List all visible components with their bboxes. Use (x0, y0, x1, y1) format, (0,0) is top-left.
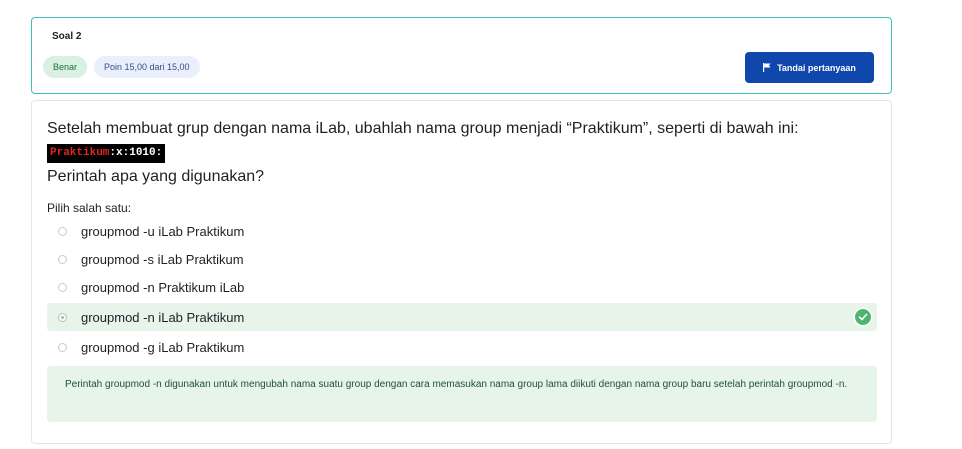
flag-icon (763, 63, 771, 72)
state-badge: Benar (43, 56, 88, 78)
answer-prompt: Pilih salah satu: (47, 201, 132, 215)
code-sample: Praktikum:x:1010: (47, 144, 166, 163)
code-rest: :x:1010: (109, 147, 163, 159)
flag-question-button[interactable]: Tandai pertanyaan (745, 52, 874, 83)
answer-label: groupmod -n Praktikum iLab (81, 279, 245, 295)
question-number: Soal 2 (52, 31, 82, 42)
question-text-2: Perintah apa yang digunakan? (47, 168, 265, 185)
answer-option-3[interactable]: groupmod -n Praktikum iLab (47, 273, 877, 301)
radio-button[interactable] (58, 226, 67, 236)
question-content-card: Setelah membuat grup dengan nama iLab, u… (31, 100, 892, 444)
answer-option-4[interactable]: groupmod -n iLab Praktikum (47, 303, 877, 331)
question-info-card: Soal 2 Benar Poin 15,00 dari 15,00 Tanda… (31, 17, 892, 94)
answer-label: groupmod -s iLab Praktikum (81, 251, 244, 267)
answer-option-5[interactable]: groupmod -g iLab Praktikum (47, 333, 877, 361)
answer-option-2[interactable]: groupmod -s iLab Praktikum (47, 245, 877, 273)
code-highlight: Praktikum (50, 147, 110, 159)
radio-button[interactable] (58, 282, 67, 292)
question-text: Setelah membuat grup dengan nama iLab, u… (47, 120, 799, 137)
answer-option-1[interactable]: groupmod -u iLab Praktikum (47, 217, 877, 245)
feedback-box: Perintah groupmod -n digunakan untuk men… (47, 366, 877, 422)
answer-label: groupmod -u iLab Praktikum (81, 223, 245, 239)
flag-button-label: Tandai pertanyaan (777, 62, 856, 73)
radio-button[interactable] (58, 254, 67, 264)
check-circle-icon (853, 307, 873, 327)
radio-button-selected[interactable] (58, 312, 67, 322)
grade-badge: Poin 15,00 dari 15,00 (94, 56, 200, 78)
answer-label: groupmod -g iLab Praktikum (81, 339, 245, 355)
answer-label: groupmod -n iLab Praktikum (81, 309, 245, 325)
radio-button[interactable] (58, 342, 67, 352)
